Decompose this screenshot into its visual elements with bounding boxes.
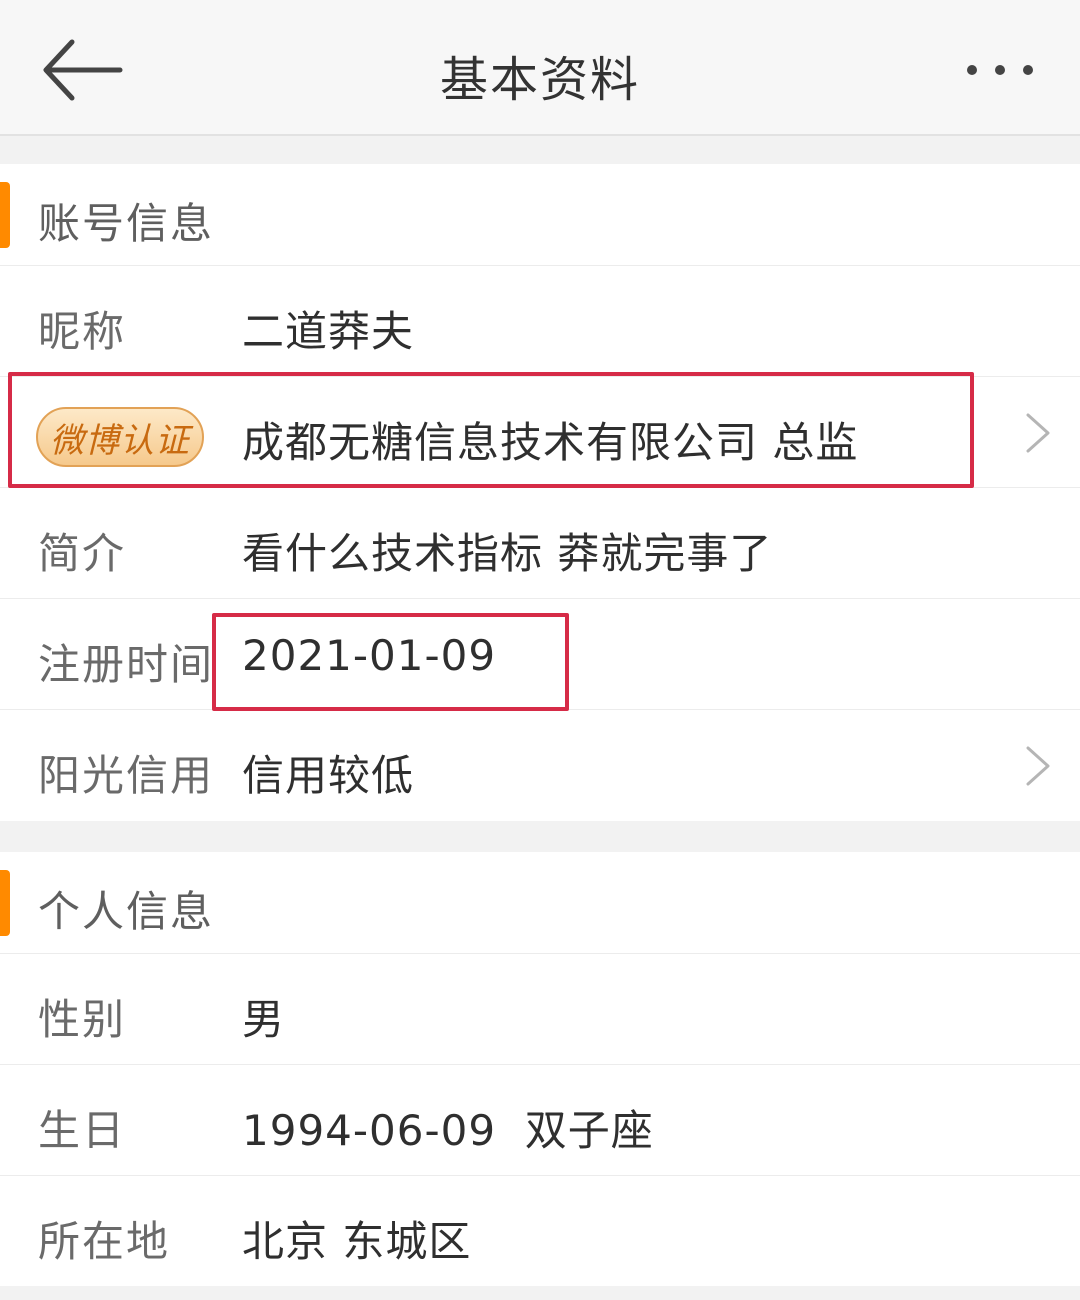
account-info-section: 账号信息 昵称 二道莽夫 微博认证 成都无糖信息技术有限公司 总监 简介 看什么… [0,164,1080,821]
row-label: 注册时间 [38,640,215,689]
gender-row: 性别 男 [0,954,1080,1065]
row-label: 阳光信用 [38,751,215,800]
section-title: 个人信息 [38,887,215,936]
gender-value: 男 [242,995,286,1044]
bio-value: 看什么技术指标 莽就完事了 [242,529,773,578]
birthday-row: 生日 1994-06-09 双子座 [0,1065,1080,1176]
section-header: 个人信息 [0,852,1080,954]
sunshine-credit-row[interactable]: 阳光信用 信用较低 [0,710,1080,821]
register-time-row: 注册时间 2021-01-09 [0,599,1080,710]
page-title: 基本资料 [439,52,640,108]
row-label: 昵称 [38,307,127,356]
row-label: 简介 [38,529,127,578]
row-label: 生日 [38,1106,127,1155]
location-row: 所在地 北京 东城区 [0,1176,1080,1287]
birthday-value: 1994-06-09 双子座 [242,1106,654,1155]
section-header: 账号信息 [0,164,1080,266]
section-title: 账号信息 [38,199,215,248]
section-accent-bar [0,870,10,936]
verification-value: 成都无糖信息技术有限公司 总监 [242,418,859,467]
credit-value: 信用较低 [242,751,415,800]
chevron-right-icon [1026,413,1050,453]
bottom-divider [0,1286,1080,1300]
top-bar: 基本资料 [0,0,1080,136]
more-horizontal-icon[interactable] [964,58,1036,82]
row-label: 性别 [38,995,127,1044]
chevron-right-icon [1026,746,1050,786]
section-accent-bar [0,182,10,248]
bio-row: 简介 看什么技术指标 莽就完事了 [0,488,1080,599]
location-value: 北京 东城区 [242,1217,472,1266]
weibo-verified-badge: 微博认证 [36,407,204,467]
personal-info-section: 个人信息 性别 男 生日 1994-06-09 双子座 所在地 北京 东城区 [0,852,1080,1286]
profile-page: 基本资料 账号信息 昵称 二道莽夫 微博认证 成都无糖信息技术有限公司 总监 简… [0,0,1080,1300]
nickname-value: 二道莽夫 [242,307,415,356]
register-time-value: 2021-01-09 [242,631,497,680]
nickname-row: 昵称 二道莽夫 [0,266,1080,377]
row-label: 所在地 [38,1217,171,1266]
verification-row[interactable]: 微博认证 成都无糖信息技术有限公司 总监 [0,377,1080,488]
